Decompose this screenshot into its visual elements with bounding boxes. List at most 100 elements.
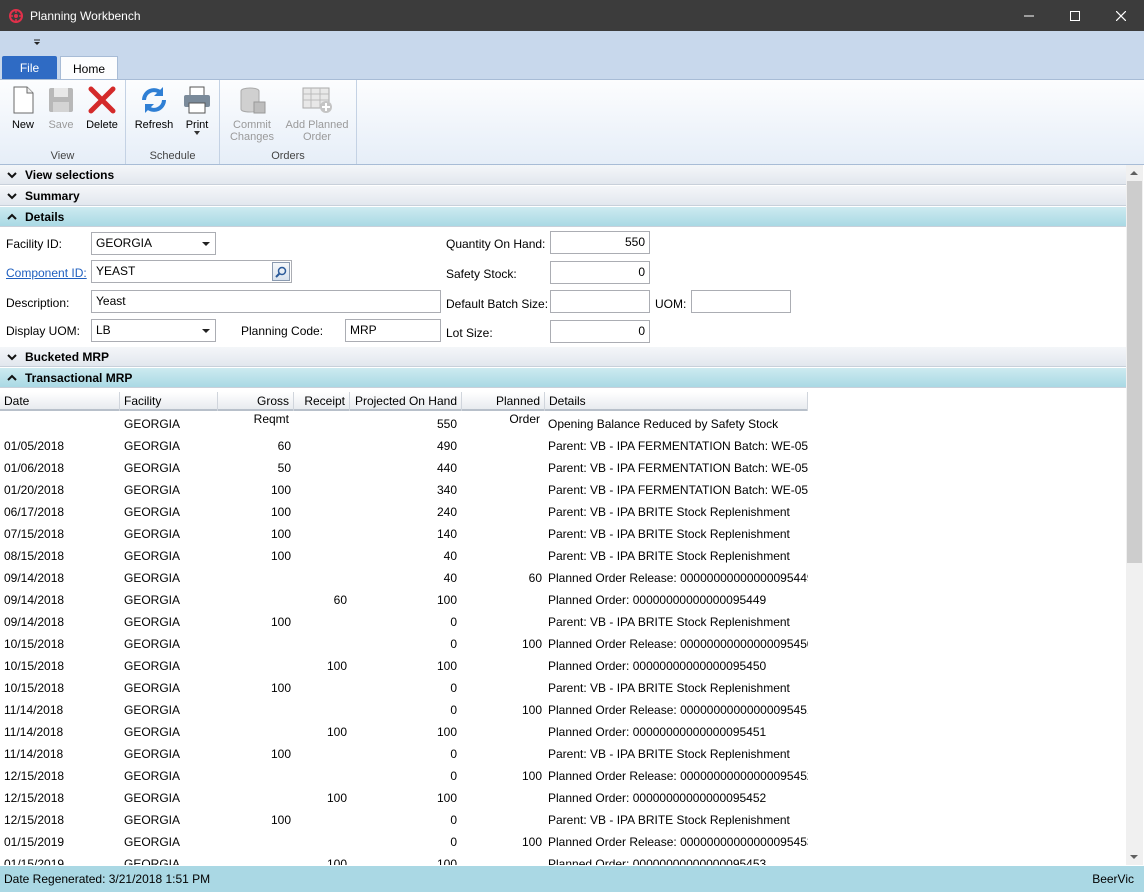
column-header-receipt[interactable]: Receipt [294,392,350,411]
group-label-view: View [50,150,75,162]
section-transactional-mrp[interactable]: Transactional MRP [0,368,1126,388]
table-row[interactable]: GEORGIA 550 Opening Balance Reduced by Saf… [0,413,808,435]
table-row[interactable]: 01/20/2018 GEORGIA 100 340 Parent: VB - IPA … [0,479,808,501]
cell-date: 11/14/2018 [4,725,64,739]
section-details[interactable]: Details [0,207,1126,227]
chevron-up-icon [7,374,17,381]
search-icon [275,266,287,278]
column-header-projected-on-hand[interactable]: Projected On Hand [350,392,462,411]
cell-planned: 100 [521,703,542,717]
table-row[interactable]: 06/17/2018 GEORGIA 100 240 Parent: VB - IPA … [0,501,808,523]
table-row[interactable]: 09/14/2018 GEORGIA 40 60 Planned Order Relea… [0,567,808,589]
cell-receipt: 60 [333,593,347,607]
description-field[interactable]: Yeast [91,290,441,313]
table-row[interactable]: 11/14/2018 GEORGIA 0 100 Planned Order Relea… [0,699,808,721]
vertical-scrollbar[interactable] [1126,165,1143,865]
chevron-up-icon [7,213,17,220]
cell-details: Planned Order Release: 00000000000000095… [548,835,808,849]
facility-id-select[interactable]: GEORGIA [91,232,216,255]
cell-planned: 60 [528,571,542,585]
default-batch-size-field[interactable] [550,290,650,313]
table-row[interactable]: 01/15/2019 GEORGIA 0 100 Planned Order Relea… [0,831,808,853]
cell-receipt: 100 [326,791,347,805]
column-header-details[interactable]: Details [545,392,808,411]
table-row[interactable]: 01/06/2018 GEORGIA 50 440 Parent: VB - IPA F… [0,457,808,479]
cell-facility: GEORGIA [124,835,181,849]
component-id-field[interactable]: YEAST [91,260,292,283]
cell-facility: GEORGIA [124,747,181,761]
table-row[interactable]: 11/14/2018 GEORGIA 100 0 Parent: VB - IPA BR… [0,743,808,765]
uom-field[interactable] [691,290,791,313]
ribbon-group-orders: Commit Changes Add Planned Order Orders [220,80,357,164]
component-id-link[interactable]: Component ID: [6,266,87,280]
cell-gross [218,765,291,787]
table-row[interactable]: 01/05/2018 GEORGIA 60 490 Parent: VB - IPA F… [0,435,808,457]
cell-receipt [294,743,347,765]
table-row[interactable]: 01/15/2019 GEORGIA 100 100 Planned Order: 00… [0,853,808,865]
column-header-planned-order[interactable]: Planned Order [462,392,545,426]
cell-gross [218,655,291,677]
table-row[interactable]: 11/14/2018 GEORGIA 100 100 Planned Order: 00… [0,721,808,743]
scroll-down-arrow-icon[interactable] [1130,855,1138,859]
chevron-down-icon [7,192,17,199]
cell-receipt [294,413,347,435]
safety-stock-field[interactable]: 0 [550,261,650,284]
table-row[interactable]: 12/15/2018 GEORGIA 0 100 Planned Order Relea… [0,765,808,787]
scrollbar-thumb[interactable] [1127,181,1142,563]
cell-details: Parent: VB - IPA BRITE Stock Replenishme… [548,505,790,519]
quantity-on-hand-field[interactable]: 550 [550,231,650,254]
cell-projected: 550 [436,417,457,431]
app-logo-icon [9,8,23,23]
section-summary[interactable]: Summary [0,186,1126,206]
delete-button[interactable]: Delete [82,84,122,131]
add-planned-order-button[interactable]: Add Planned Order [282,84,352,143]
section-view-selections[interactable]: View selections [0,165,1126,185]
cell-planned [462,809,542,831]
tab-file[interactable]: File [2,56,57,79]
cell-receipt [294,633,347,655]
commit-changes-button[interactable]: Commit Changes [224,84,280,143]
delete-x-icon [88,86,116,114]
date-regenerated-status: Date Regenerated: 3/21/2018 1:51 PM [4,872,211,886]
table-row[interactable]: 08/15/2018 GEORGIA 100 40 Parent: VB - IPA B… [0,545,808,567]
cell-planned [462,523,542,545]
column-header-date[interactable]: Date [0,392,120,411]
table-row[interactable]: 10/15/2018 GEORGIA 100 0 Parent: VB - IPA BR… [0,677,808,699]
scroll-up-arrow-icon[interactable] [1130,171,1138,175]
cell-planned [462,479,542,501]
cell-details: Planned Order: 00000000000000095449 [548,593,767,607]
print-dropdown-icon[interactable] [194,131,200,135]
cell-facility: GEORGIA [124,703,181,717]
table-row[interactable]: 09/14/2018 GEORGIA 100 0 Parent: VB - IPA BR… [0,611,808,633]
new-button[interactable]: New [6,84,40,131]
close-button[interactable] [1098,0,1144,31]
cell-projected: 0 [450,813,457,827]
table-row[interactable]: 12/15/2018 GEORGIA 100 0 Parent: VB - IPA BR… [0,809,808,831]
cell-facility: GEORGIA [124,505,181,519]
maximize-button[interactable] [1052,0,1098,31]
cell-facility: GEORGIA [124,725,181,739]
planning-code-field[interactable]: MRP [345,319,441,342]
column-header-gross-reqmt[interactable]: Gross Reqmt [218,392,294,426]
component-lookup-button[interactable] [272,262,290,281]
table-row[interactable]: 09/14/2018 GEORGIA 60 100 Planned Order: 000… [0,589,808,611]
customize-toolbar-icon[interactable] [33,39,41,47]
table-row[interactable]: 07/15/2018 GEORGIA 100 140 Parent: VB - IPA … [0,523,808,545]
display-uom-select[interactable]: LB [91,319,216,342]
cell-gross: 100 [270,483,291,497]
table-row[interactable]: 10/15/2018 GEORGIA 100 100 Planned Order: 00… [0,655,808,677]
cell-projected: 0 [450,747,457,761]
lot-size-field[interactable]: 0 [550,320,650,343]
minimize-button[interactable] [1006,0,1052,31]
cell-gross [218,413,291,435]
save-button[interactable]: Save [44,84,78,131]
section-bucketed-mrp[interactable]: Bucketed MRP [0,347,1126,367]
column-header-facility[interactable]: Facility [120,392,218,411]
cell-details: Opening Balance Reduced by Safety Stock [548,417,779,431]
tab-home[interactable]: Home [60,56,118,80]
print-button[interactable]: Print [178,84,216,135]
quick-access-toolbar [0,31,1144,56]
table-row[interactable]: 10/15/2018 GEORGIA 0 100 Planned Order Relea… [0,633,808,655]
table-row[interactable]: 12/15/2018 GEORGIA 100 100 Planned Order: 00… [0,787,808,809]
refresh-button[interactable]: Refresh [134,84,174,131]
